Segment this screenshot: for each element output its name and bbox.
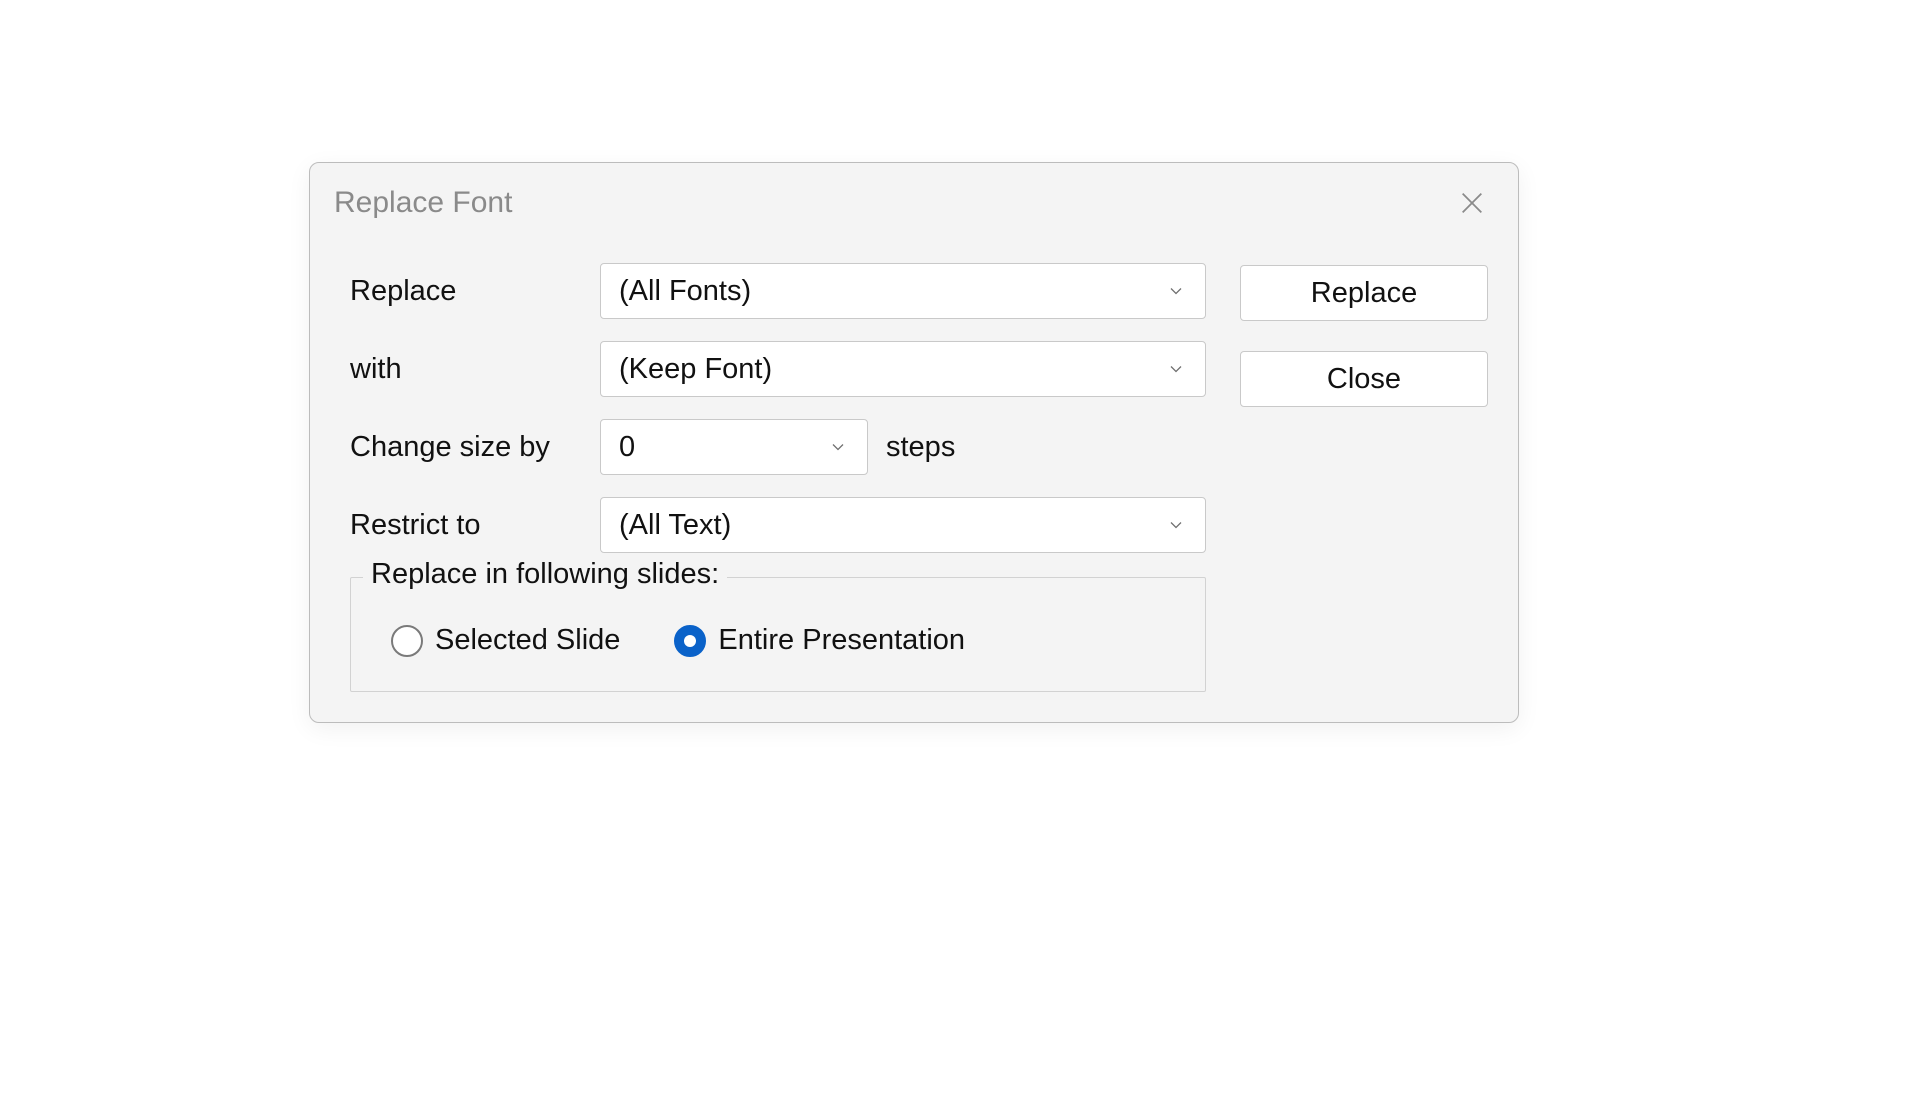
replace-font-value: (All Fonts) [619, 275, 751, 308]
close-button-label: Close [1327, 363, 1401, 396]
restrict-to-combobox[interactable]: (All Text) [600, 497, 1206, 553]
size-steps-value: 0 [619, 431, 635, 464]
fieldset-legend: Replace in following slides: [363, 558, 727, 591]
chevron-down-icon [1165, 514, 1187, 536]
restrict-to-value: (All Text) [619, 509, 731, 542]
chevron-down-icon [1165, 280, 1187, 302]
restrict-to-label: Restrict to [350, 509, 600, 542]
radio-entire-presentation-label: Entire Presentation [718, 624, 965, 657]
radio-icon [674, 625, 706, 657]
replace-font-combobox[interactable]: (All Fonts) [600, 263, 1206, 319]
replace-font-dialog: Replace Font Replace (All Fonts) wi [309, 162, 1519, 723]
replace-button-label: Replace [1311, 277, 1417, 310]
titlebar: Replace Font [310, 163, 1518, 243]
with-font-value: (Keep Font) [619, 353, 772, 386]
steps-label: steps [886, 431, 955, 464]
replace-scope-fieldset: Replace in following slides: Selected Sl… [350, 577, 1206, 692]
with-font-combobox[interactable]: (Keep Font) [600, 341, 1206, 397]
with-label: with [350, 353, 600, 386]
replace-button[interactable]: Replace [1240, 265, 1488, 321]
change-size-by-label: Change size by [350, 431, 600, 464]
close-icon[interactable] [1450, 181, 1494, 225]
chevron-down-icon [827, 436, 849, 458]
radio-selected-slide-label: Selected Slide [435, 624, 620, 657]
radio-entire-presentation[interactable]: Entire Presentation [674, 624, 965, 657]
dialog-title: Replace Font [334, 186, 512, 220]
radio-selected-slide[interactable]: Selected Slide [391, 624, 620, 657]
radio-icon [391, 625, 423, 657]
size-steps-combobox[interactable]: 0 [600, 419, 868, 475]
chevron-down-icon [1165, 358, 1187, 380]
close-button[interactable]: Close [1240, 351, 1488, 407]
replace-label: Replace [350, 275, 600, 308]
